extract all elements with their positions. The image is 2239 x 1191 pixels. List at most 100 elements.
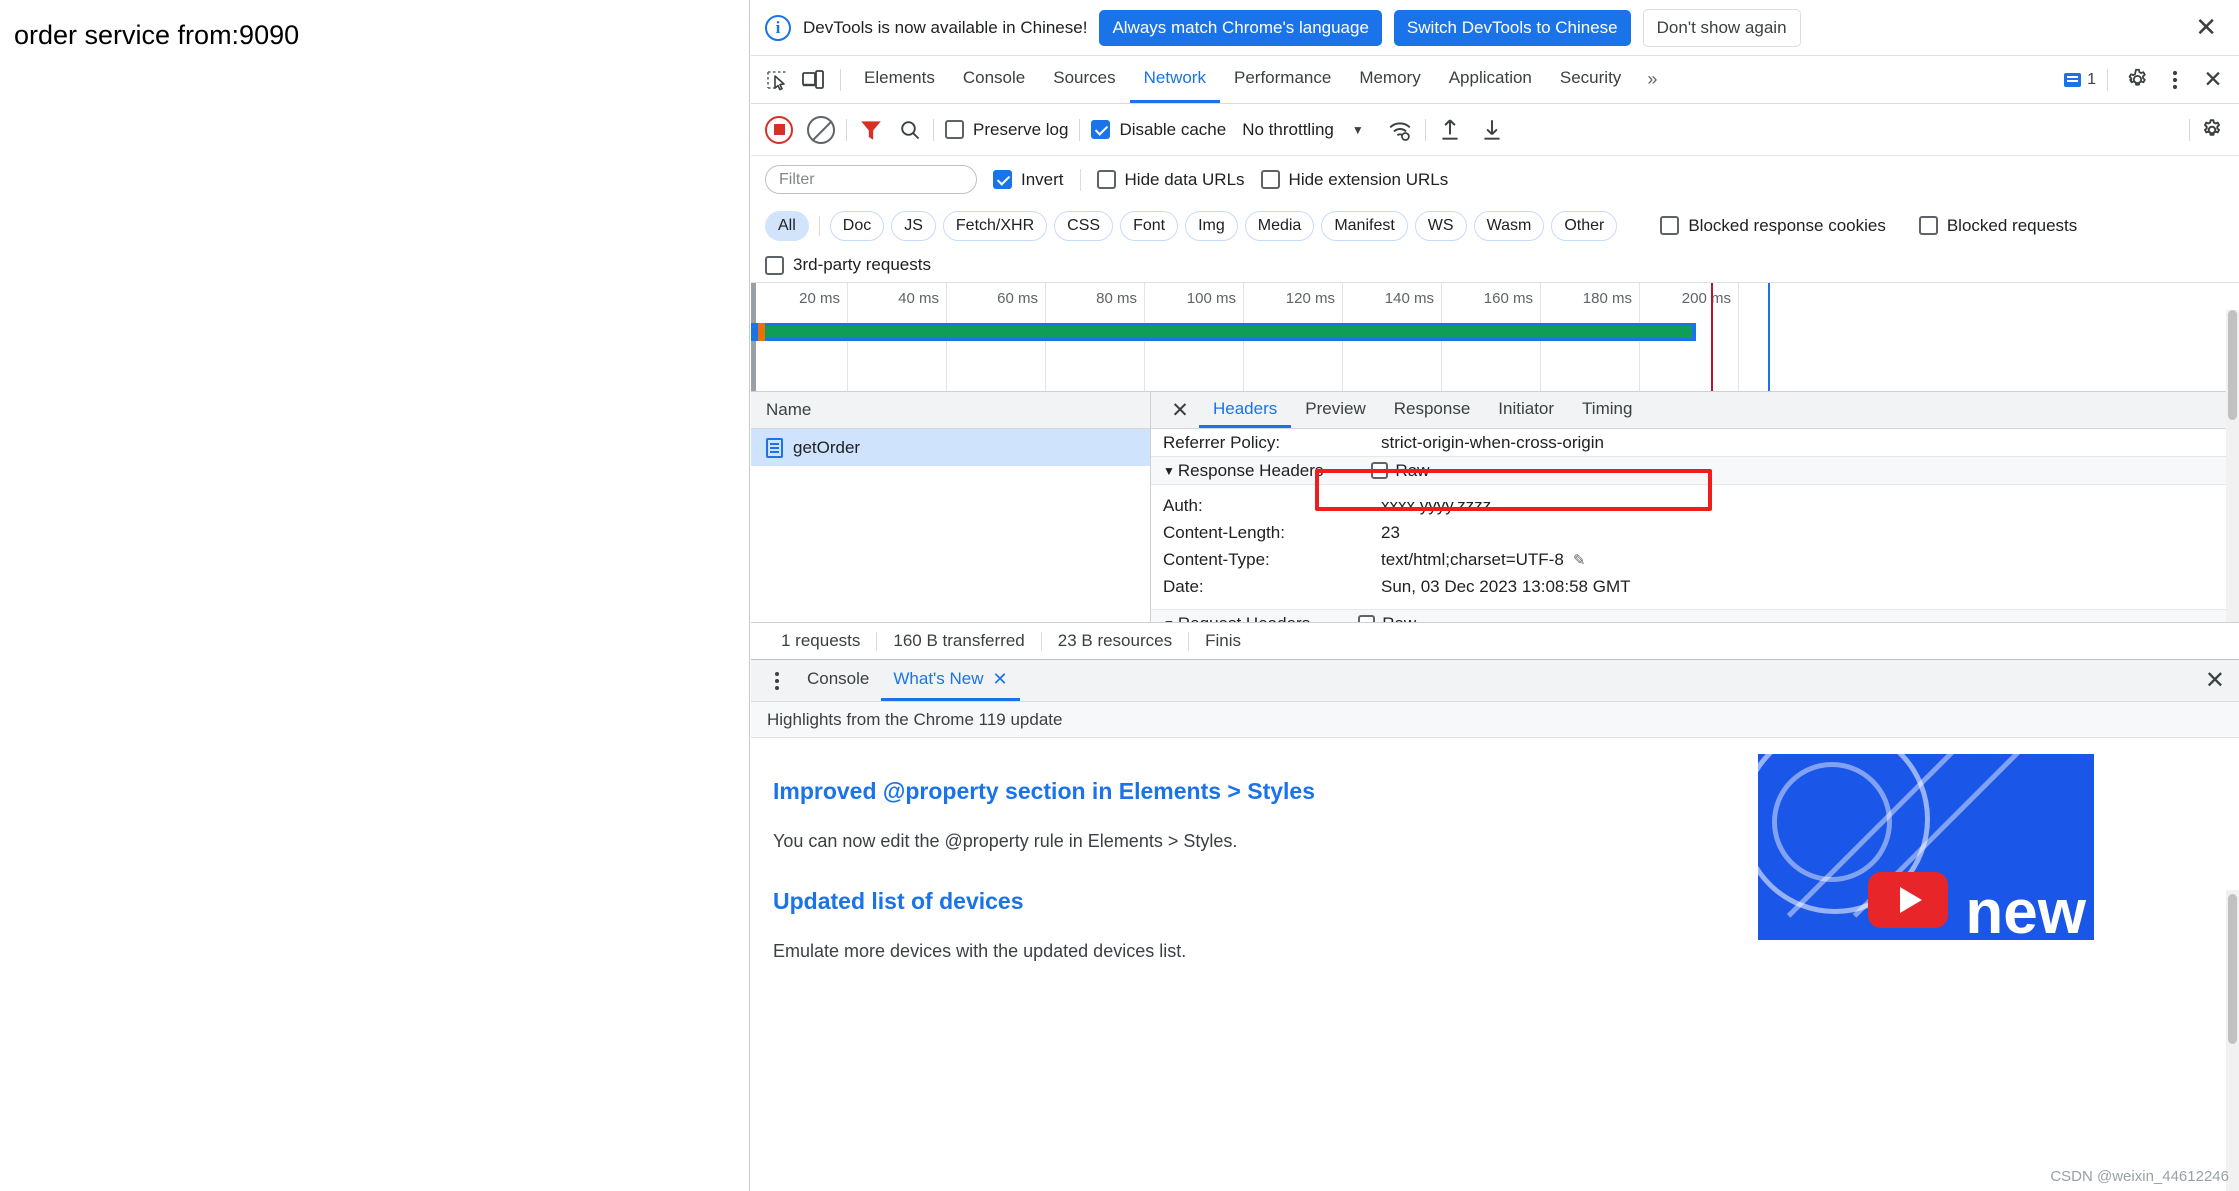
dont-show-again-button[interactable]: Don't show again [1642, 8, 1801, 47]
drawer-more-options-icon[interactable] [759, 678, 795, 683]
disable-cache-box[interactable] [1091, 120, 1111, 139]
status-finish: Finis [1205, 631, 1241, 650]
message-count-label: 1 [2087, 70, 2096, 88]
third-party-requests-checkbox[interactable]: 3rd-party requests [765, 255, 931, 275]
preserve-log-box[interactable] [945, 120, 964, 139]
tab-performance[interactable]: Performance [1220, 57, 1345, 103]
toolbar-divider-1 [846, 118, 847, 141]
chip-manifest[interactable]: Manifest [1321, 210, 1408, 241]
collapse-triangle-icon[interactable]: ▼ [1163, 617, 1175, 623]
chip-font[interactable]: Font [1120, 210, 1179, 241]
chip-img[interactable]: Img [1185, 210, 1238, 241]
hide-extension-urls-checkbox[interactable]: Hide extension URLs [1260, 170, 1448, 190]
drawer-tab-close-icon[interactable]: ✕ [993, 669, 1008, 690]
export-har-icon[interactable] [1479, 117, 1505, 143]
tab-preview[interactable]: Preview [1291, 392, 1379, 428]
details-close-icon[interactable]: ✕ [1161, 398, 1199, 423]
always-match-language-button[interactable]: Always match Chrome's language [1099, 9, 1382, 46]
chip-media[interactable]: Media [1244, 210, 1315, 241]
devtools-main-scrollbar[interactable] [2226, 310, 2239, 590]
tab-application[interactable]: Application [1435, 57, 1546, 103]
tab-network[interactable]: Network [1129, 57, 1220, 103]
banner-close-icon[interactable]: ✕ [2187, 15, 2225, 41]
chip-css[interactable]: CSS [1054, 210, 1114, 241]
devtools-close-icon[interactable]: ✕ [2195, 64, 2231, 96]
hide-data-urls-box[interactable] [1096, 170, 1116, 189]
edit-pencil-icon[interactable]: ✎ [1573, 551, 1586, 569]
hide-extension-urls-box[interactable] [1260, 170, 1280, 189]
chip-wasm[interactable]: Wasm [1473, 210, 1545, 241]
throttling-select[interactable]: No throttling [1242, 120, 1334, 140]
overview-load-marker [1768, 283, 1770, 391]
switch-devtools-language-button[interactable]: Switch DevTools to Chinese [1393, 9, 1631, 46]
import-har-icon[interactable] [1437, 117, 1463, 143]
tab-response[interactable]: Response [1380, 392, 1485, 428]
preserve-log-checkbox[interactable]: Preserve log [945, 120, 1068, 140]
blocked-requests-checkbox[interactable]: Blocked requests [1918, 216, 2077, 236]
tab-console[interactable]: Console [949, 57, 1039, 103]
gear-icon[interactable] [2119, 64, 2155, 96]
response-raw-box[interactable] [1371, 462, 1389, 479]
tab-headers[interactable]: Headers [1199, 392, 1292, 428]
chip-js[interactable]: JS [891, 210, 936, 241]
play-icon[interactable] [1868, 872, 1948, 928]
blocked-requests-box[interactable] [1918, 216, 1938, 235]
chip-fetch-xhr[interactable]: Fetch/XHR [942, 210, 1048, 241]
more-tabs-icon[interactable]: » [1635, 69, 1667, 90]
request-list-column-header[interactable]: Name [751, 392, 1150, 429]
header-key: Content-Type: [1163, 549, 1270, 569]
search-icon[interactable] [898, 118, 922, 142]
third-party-row: 3rd-party requests [751, 248, 2239, 282]
chip-doc[interactable]: Doc [829, 210, 885, 241]
message-count-indicator[interactable]: 1 [2064, 71, 2096, 89]
clear-icon[interactable] [807, 115, 835, 144]
request-raw-box[interactable] [1358, 615, 1376, 622]
inspect-element-icon[interactable] [759, 64, 795, 96]
request-headers-section[interactable]: ▼ Request Headers Raw [1151, 609, 2239, 622]
thumbnail-ring-decoration-2 [1772, 762, 1892, 882]
chip-other[interactable]: Other [1551, 210, 1618, 241]
tab-security[interactable]: Security [1546, 57, 1635, 103]
third-party-requests-box[interactable] [765, 255, 784, 275]
network-overview-timeline[interactable]: 20 ms 40 ms 60 ms 80 ms 100 ms 120 ms 14… [751, 282, 2239, 392]
drawer-tab-whats-new[interactable]: What's New ✕ [881, 660, 1020, 701]
table-row[interactable]: getOrder [751, 429, 1150, 466]
collapse-triangle-icon[interactable]: ▼ [1163, 464, 1175, 478]
network-split-view: Name getOrder ✕ Headers Preview Response… [751, 392, 2239, 622]
hide-data-urls-checkbox[interactable]: Hide data URLs [1096, 170, 1245, 190]
tab-initiator[interactable]: Initiator [1484, 392, 1568, 428]
blocked-response-cookies-box[interactable] [1660, 216, 1680, 235]
chip-all[interactable]: All [765, 210, 809, 241]
whats-new-thumbnail[interactable]: new [1758, 754, 2094, 940]
tab-sources[interactable]: Sources [1039, 57, 1129, 103]
network-settings-gear-icon[interactable] [2199, 117, 2225, 143]
drawer-scrollbar[interactable] [2226, 890, 2239, 1191]
chip-ws[interactable]: WS [1414, 210, 1467, 241]
header-value: strict-origin-when-cross-origin [1381, 432, 1604, 452]
more-options-icon[interactable] [2157, 64, 2193, 96]
status-transferred: 160 B transferred [893, 631, 1025, 650]
tab-timing[interactable]: Timing [1568, 392, 1646, 428]
drawer-close-icon[interactable]: ✕ [2191, 666, 2239, 695]
drawer-tab-console[interactable]: Console [795, 660, 881, 701]
invert-checkbox[interactable]: Invert [993, 170, 1064, 190]
tabstrip-divider [840, 68, 841, 91]
disable-cache-checkbox[interactable]: Disable cache [1091, 120, 1226, 140]
record-stop-icon[interactable] [765, 115, 793, 144]
response-headers-section[interactable]: ▼ Response Headers Raw [1151, 456, 2239, 485]
device-toolbar-icon[interactable] [795, 64, 831, 96]
invert-box[interactable] [993, 170, 1012, 189]
overview-tick-100ms: 100 ms [1186, 290, 1236, 307]
blocked-response-cookies-checkbox[interactable]: Blocked response cookies [1660, 216, 1886, 236]
tab-elements[interactable]: Elements [850, 57, 949, 103]
response-headers-title: Response Headers [1177, 460, 1324, 480]
toolbar-divider-3 [1079, 118, 1081, 141]
filter-input[interactable] [765, 165, 977, 194]
throttling-caret-icon[interactable]: ▼ [1352, 123, 1364, 137]
response-raw-toggle[interactable]: Raw [1371, 461, 1429, 481]
drawer-tabstrip: Console What's New ✕ ✕ [751, 660, 2239, 702]
tab-memory[interactable]: Memory [1345, 57, 1434, 103]
filter-funnel-icon[interactable] [858, 117, 884, 143]
network-conditions-icon[interactable] [1386, 117, 1414, 143]
request-raw-toggle[interactable]: Raw [1358, 614, 1416, 622]
